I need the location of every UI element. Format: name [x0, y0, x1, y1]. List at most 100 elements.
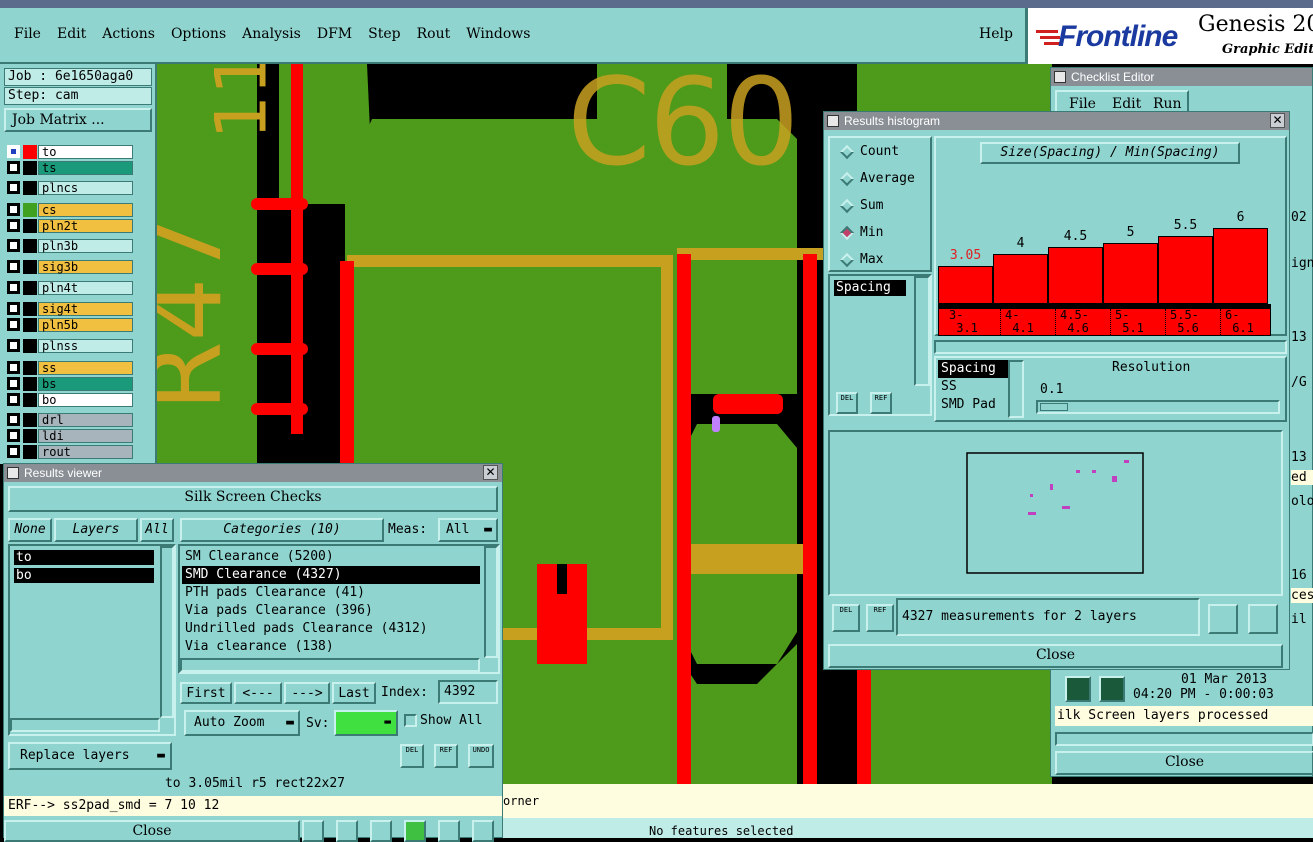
layers-all-button[interactable]: All: [140, 518, 174, 542]
next-button[interactable]: --->: [284, 682, 330, 704]
layer-color-swatch[interactable]: [23, 444, 37, 459]
layer-checkbox[interactable]: [7, 361, 20, 374]
ref-button[interactable]: REF: [870, 392, 892, 414]
layer-color-swatch[interactable]: [23, 412, 37, 427]
histogram-titlebar[interactable]: Results histogram ✕: [824, 112, 1289, 130]
layer-color-swatch[interactable]: [23, 238, 37, 253]
category-item[interactable]: Undrilled pads Clearance (4312): [182, 620, 480, 638]
list-item[interactable]: Spacing: [834, 280, 906, 296]
layer-color-swatch[interactable]: [23, 392, 37, 407]
radio-count[interactable]: Count: [839, 144, 899, 159]
replace-layers-dropdown[interactable]: Replace layers ▬: [8, 742, 172, 770]
del-button[interactable]: DEL: [832, 604, 860, 632]
menu-actions[interactable]: Actions: [102, 26, 155, 42]
ref-button[interactable]: REF: [866, 604, 894, 632]
category-item[interactable]: PTH pads Clearance (41): [182, 584, 480, 602]
category-item[interactable]: Via clearance (138): [182, 638, 480, 656]
layer-row-pln5b[interactable]: pln5b: [7, 317, 133, 332]
layer-checkbox[interactable]: [7, 302, 20, 315]
measure-type-list[interactable]: Spacing SS SMD Pad: [938, 360, 1008, 414]
layer-color-swatch[interactable]: [23, 180, 37, 195]
checklist-editor-titlebar[interactable]: Checklist Editor: [1051, 68, 1312, 86]
categories-list[interactable]: SM Clearance (5200) SMD Clearance (4327) P…: [178, 544, 500, 674]
layer-row-plncs[interactable]: plncs: [7, 180, 133, 195]
menu-dfm[interactable]: DFM: [317, 26, 352, 42]
checklist-menu-file[interactable]: File: [1069, 96, 1096, 112]
index-input[interactable]: 4392: [438, 680, 498, 704]
layer-color-swatch[interactable]: [23, 376, 37, 391]
histogram-bar[interactable]: [1213, 228, 1268, 304]
histogram-measure-list[interactable]: Spacing DEL REF: [828, 274, 932, 416]
layer-row-rout[interactable]: rout: [7, 444, 133, 459]
list-item[interactable]: SMD Pad: [938, 396, 1008, 414]
checklist-close-button[interactable]: Close: [1055, 751, 1313, 775]
ref-button[interactable]: REF: [434, 744, 458, 768]
undo-button[interactable]: UNDO: [468, 744, 494, 768]
checklist-menu-run[interactable]: Run: [1153, 96, 1182, 112]
show-all-checkbox[interactable]: [404, 714, 417, 727]
layer-checkbox[interactable]: [7, 181, 20, 194]
vscrollbar[interactable]: [914, 276, 930, 386]
auto-zoom-dropdown[interactable]: Auto Zoom ▬: [184, 710, 300, 736]
layer-row-to[interactable]: to: [7, 144, 133, 159]
layers-button[interactable]: Layers: [54, 518, 138, 542]
layer-row-ts[interactable]: ts: [7, 160, 133, 175]
checklist-menu-edit[interactable]: Edit: [1112, 96, 1141, 112]
layer-checkbox[interactable]: [7, 260, 20, 273]
radio-sum[interactable]: Sum: [839, 198, 883, 213]
chart-icon[interactable]: [472, 820, 494, 842]
layer-row-ldi[interactable]: ldi: [7, 428, 133, 443]
checklist-hscrollbar[interactable]: [1055, 732, 1313, 746]
layer-color-swatch[interactable]: [23, 144, 37, 159]
toolbar-icon-5[interactable]: [438, 820, 460, 842]
layer-color-swatch[interactable]: [23, 428, 37, 443]
menu-analysis[interactable]: Analysis: [242, 26, 301, 42]
layer-results-list[interactable]: to bo: [8, 544, 176, 736]
layer-color-swatch[interactable]: [23, 160, 37, 175]
layer-checkbox[interactable]: [7, 429, 20, 442]
layer-row-pln4t[interactable]: pln4t: [7, 280, 133, 295]
list-item[interactable]: Spacing: [938, 360, 1008, 378]
list-item[interactable]: bo: [14, 568, 154, 583]
results-viewer-titlebar[interactable]: Results viewer ✕: [4, 464, 502, 482]
layer-checkbox[interactable]: [7, 281, 20, 294]
layer-row-plnss[interactable]: plnss: [7, 338, 133, 353]
layer-color-swatch[interactable]: [23, 259, 37, 274]
layer-row-pln2t[interactable]: pln2t: [7, 218, 133, 233]
toolbar-icon-3[interactable]: [370, 820, 392, 842]
layer-checkbox[interactable]: [7, 393, 20, 406]
layer-checkbox[interactable]: [7, 161, 20, 174]
toolbar-icon-2[interactable]: [336, 820, 358, 842]
menu-step[interactable]: Step: [368, 26, 400, 42]
job-matrix-button[interactable]: Job Matrix ...: [4, 108, 152, 132]
layer-row-ss[interactable]: ss: [7, 360, 133, 375]
histogram-hscrollbar[interactable]: [934, 340, 1287, 354]
close-icon[interactable]: ✕: [483, 465, 498, 480]
layers-none-button[interactable]: None: [8, 518, 52, 542]
run-all-icon[interactable]: [1099, 676, 1125, 702]
close-icon[interactable]: ✕: [1270, 113, 1285, 128]
menu-windows[interactable]: Windows: [466, 26, 530, 42]
previous-button[interactable]: <---: [234, 682, 282, 704]
layer-row-sig3b[interactable]: sig3b: [7, 259, 133, 274]
layer-checkbox[interactable]: [7, 339, 20, 352]
import-icon[interactable]: [1248, 604, 1278, 634]
vscrollbar[interactable]: [160, 546, 174, 718]
histogram-bar[interactable]: [938, 266, 993, 304]
layer-row-bo[interactable]: bo: [7, 392, 133, 407]
layer-row-cs[interactable]: cs: [7, 202, 133, 217]
export-icon[interactable]: [1208, 604, 1238, 634]
results-viewer-close-button[interactable]: Close: [4, 820, 300, 842]
histogram-bar[interactable]: [1158, 236, 1213, 304]
radio-min[interactable]: Min: [839, 225, 883, 240]
layer-checkbox[interactable]: [7, 377, 20, 390]
window-menu-icon[interactable]: [7, 467, 19, 479]
window-menu-icon[interactable]: [1054, 71, 1066, 83]
menu-help[interactable]: Help: [979, 26, 1013, 42]
run-icon[interactable]: [1065, 676, 1091, 702]
layer-color-swatch[interactable]: [23, 202, 37, 217]
histogram-bar[interactable]: [1048, 247, 1103, 304]
layer-row-drl[interactable]: drl: [7, 412, 133, 427]
first-button[interactable]: First: [180, 682, 232, 704]
layer-color-swatch[interactable]: [23, 301, 37, 316]
